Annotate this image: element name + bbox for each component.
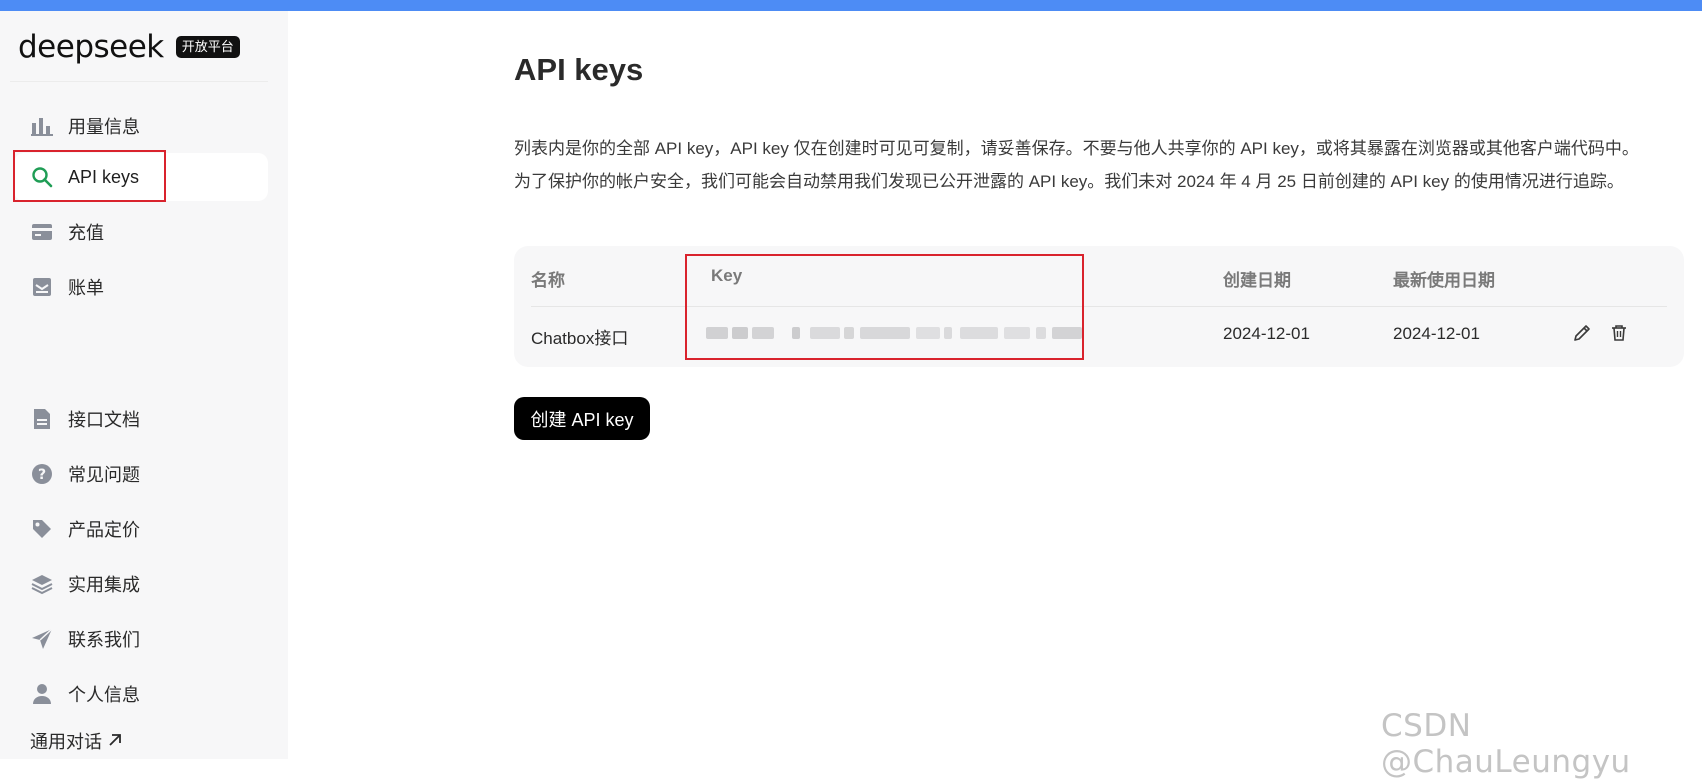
sidebar-item-label: 常见问题: [68, 465, 140, 485]
sidebar: deepseek 开放平台 用量信息 API keys 充值 账单 接口文档 ?…: [0, 11, 288, 759]
sidebar-link-label: 通用对话: [30, 732, 102, 752]
description-line: 为了保护你的帐户安全，我们可能会自动禁用我们发现已公开泄露的 API key。我…: [514, 172, 1624, 191]
sidebar-item-api-keys[interactable]: API keys: [14, 153, 268, 201]
api-keys-table: 名称 Key 创建日期 最新使用日期 Chatbox接口 2024-12-01 …: [514, 246, 1684, 367]
wallet-card-icon: [30, 220, 54, 244]
sidebar-item-contact[interactable]: 联系我们: [14, 615, 268, 663]
user-icon: [30, 682, 54, 706]
sidebar-item-label: API keys: [68, 166, 140, 187]
edit-pencil-icon[interactable]: [1571, 322, 1593, 344]
sidebar-item-label: 个人信息: [68, 685, 140, 705]
invoice-icon: [30, 275, 54, 299]
description-line: 列表内是你的全部 API key，API key 仅在创建时可见可复制，请妥善保…: [514, 139, 1639, 158]
page-description: 列表内是你的全部 API key，API key 仅在创建时可见可复制，请妥善保…: [514, 132, 1689, 198]
sidebar-item-usage[interactable]: 用量信息: [14, 102, 268, 150]
sidebar-item-label: 产品定价: [68, 520, 140, 540]
sidebar-item-label: 联系我们: [68, 630, 140, 650]
sidebar-item-label: 账单: [68, 278, 104, 298]
layers-icon: [30, 572, 54, 596]
sidebar-divider: [10, 81, 268, 82]
search-key-icon: [30, 165, 54, 189]
sidebar-item-label: 实用集成: [68, 575, 140, 595]
sidebar-item-profile[interactable]: 个人信息: [14, 670, 268, 718]
column-header-last-used: 最新使用日期: [1393, 271, 1495, 290]
column-header-name: 名称: [531, 271, 565, 290]
created-date-cell: 2024-12-01: [1223, 324, 1310, 343]
sidebar-item-pricing[interactable]: 产品定价: [14, 505, 268, 553]
page-title: API keys: [514, 52, 644, 87]
price-tag-icon: [30, 517, 54, 541]
external-arrow-icon: [108, 731, 122, 752]
svg-text:?: ?: [38, 467, 46, 483]
sidebar-item-faq[interactable]: ? 常见问题: [14, 450, 268, 498]
column-header-created: 创建日期: [1223, 271, 1291, 290]
sidebar-item-label: 用量信息: [68, 117, 140, 137]
document-icon: [30, 407, 54, 431]
create-api-key-button[interactable]: 创建 API key: [514, 397, 650, 440]
last-used-date-cell: 2024-12-01: [1393, 324, 1480, 343]
sidebar-link-chat[interactable]: 通用对话: [30, 728, 122, 754]
brand-badge: 开放平台: [175, 36, 240, 58]
sidebar-item-billing[interactable]: 账单: [14, 263, 268, 311]
bar-chart-icon: [30, 114, 54, 138]
key-name-cell: Chatbox接口: [531, 329, 629, 348]
sidebar-item-label: 接口文档: [68, 410, 140, 430]
main-content: API keys 列表内是你的全部 API key，API key 仅在创建时可…: [514, 0, 1684, 759]
sidebar-item-label: 充值: [68, 223, 104, 243]
question-icon: ?: [30, 462, 54, 486]
delete-trash-icon[interactable]: [1608, 322, 1630, 344]
sidebar-item-recharge[interactable]: 充值: [14, 208, 268, 256]
masked-key-value: [706, 320, 1088, 346]
column-header-key: Key: [711, 266, 743, 285]
paper-plane-icon: [30, 627, 54, 651]
brand-name: deepseek: [18, 29, 164, 65]
watermark-text: CSDN @ChauLeungyu: [1381, 708, 1631, 780]
brand-logo[interactable]: deepseek 开放平台: [18, 27, 240, 67]
sidebar-item-api-docs[interactable]: 接口文档: [14, 395, 268, 443]
sidebar-item-integrations[interactable]: 实用集成: [14, 560, 268, 608]
row-divider: [531, 306, 1667, 307]
